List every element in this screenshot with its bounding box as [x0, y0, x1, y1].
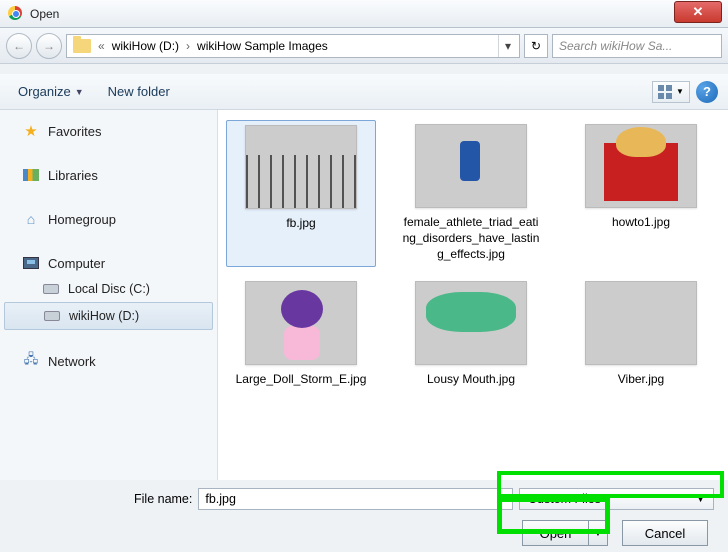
refresh-icon: ↻: [531, 39, 541, 53]
toolbar: Organize ▼ New folder ▼ ?: [0, 74, 728, 110]
help-button[interactable]: ?: [696, 81, 718, 103]
breadcrumb-prefix: «: [95, 39, 108, 53]
file-item[interactable]: female_athlete_triad_eating_disorders_ha…: [396, 120, 546, 267]
sidebar-label: Homegroup: [48, 212, 116, 227]
window-title: Open: [30, 7, 674, 21]
thumbnail-image: [585, 281, 697, 365]
organize-label: Organize: [18, 84, 71, 99]
new-folder-label: New folder: [108, 84, 170, 99]
libraries-icon: [22, 167, 40, 183]
open-button[interactable]: Open ▼: [522, 520, 608, 546]
forward-button[interactable]: →: [36, 33, 62, 59]
sidebar-item-drive-d[interactable]: wikiHow (D:): [4, 302, 213, 330]
chevron-down-icon: ▼: [696, 494, 705, 504]
address-dropdown[interactable]: ▾: [498, 35, 517, 57]
bottom-bar: File name: fb.jpg ▼ Custom Files ▼ Open …: [0, 480, 728, 552]
drive-icon: [42, 281, 60, 297]
file-name: Lousy Mouth.jpg: [427, 371, 515, 387]
search-placeholder: Search wikiHow Sa...: [559, 39, 672, 53]
sidebar-label: Local Disc (C:): [68, 282, 150, 296]
sidebar-label: Favorites: [48, 124, 101, 139]
folder-icon: [73, 39, 91, 53]
nav-bar: ← → « wikiHow (D:) › wikiHow Sample Imag…: [0, 28, 728, 64]
thumbnail-image: [245, 125, 357, 209]
file-name: fb.jpg: [286, 215, 315, 231]
filename-value: fb.jpg: [205, 492, 236, 506]
star-icon: ★: [22, 123, 40, 139]
file-name: female_athlete_triad_eating_disorders_ha…: [401, 214, 541, 263]
thumbnail-grid: fb.jpg female_athlete_triad_eating_disor…: [226, 120, 720, 391]
thumbnail-image: [415, 281, 527, 365]
title-bar: Open ✕: [0, 0, 728, 28]
organize-button[interactable]: Organize ▼: [10, 80, 92, 103]
thumbnail-image: [415, 124, 527, 208]
file-item[interactable]: fb.jpg: [226, 120, 376, 267]
open-label: Open: [523, 521, 589, 545]
close-button[interactable]: ✕: [674, 1, 722, 23]
homegroup-icon: ⌂: [22, 211, 40, 227]
filename-input[interactable]: fb.jpg ▼: [198, 488, 513, 510]
thumbnail-image: [585, 124, 697, 208]
sidebar-item-computer[interactable]: Computer: [4, 250, 213, 276]
file-item[interactable]: howto1.jpg: [566, 120, 716, 267]
address-bar[interactable]: « wikiHow (D:) › wikiHow Sample Images ▾: [66, 34, 520, 58]
sidebar-label: Libraries: [48, 168, 98, 183]
chevron-down-icon: ▼: [75, 87, 84, 97]
sidebar: ★ Favorites Libraries ⌂ Homegroup Comput…: [0, 110, 218, 480]
view-mode-button[interactable]: ▼: [652, 81, 690, 103]
computer-icon: [22, 255, 40, 271]
refresh-button[interactable]: ↻: [524, 34, 548, 58]
sidebar-item-drive-c[interactable]: Local Disc (C:): [4, 276, 213, 302]
arrow-left-icon: ←: [13, 39, 25, 53]
arrow-right-icon: →: [43, 39, 55, 53]
cancel-button[interactable]: Cancel: [622, 520, 708, 546]
chevron-right-icon: ›: [183, 39, 193, 53]
drive-icon: [43, 308, 61, 324]
sidebar-label: wikiHow (D:): [69, 309, 139, 323]
breadcrumb-part[interactable]: wikiHow Sample Images: [193, 39, 332, 53]
file-pane[interactable]: fb.jpg female_athlete_triad_eating_disor…: [218, 110, 728, 480]
sidebar-label: Computer: [48, 256, 105, 271]
chevron-down-icon: ▼: [676, 87, 684, 96]
file-item[interactable]: Large_Doll_Storm_E.jpg: [226, 277, 376, 391]
back-button[interactable]: ←: [6, 33, 32, 59]
thumbnail-image: [245, 281, 357, 365]
sidebar-item-favorites[interactable]: ★ Favorites: [4, 118, 213, 144]
help-icon: ?: [703, 84, 711, 99]
filter-label: Custom Files: [528, 492, 601, 506]
sidebar-item-network[interactable]: 🖧 Network: [4, 348, 213, 374]
sidebar-label: Network: [48, 354, 96, 369]
network-icon: 🖧: [22, 353, 40, 369]
file-name: Large_Doll_Storm_E.jpg: [236, 371, 367, 387]
file-name: howto1.jpg: [612, 214, 670, 230]
breadcrumb-part[interactable]: wikiHow (D:): [108, 39, 183, 53]
cancel-label: Cancel: [645, 526, 685, 541]
close-icon: ✕: [693, 4, 704, 20]
grid-icon: [658, 85, 672, 99]
filename-label: File name:: [134, 492, 192, 506]
file-item[interactable]: Viber.jpg: [566, 277, 716, 391]
open-dropdown[interactable]: ▼: [589, 528, 607, 538]
chrome-icon: [8, 6, 24, 22]
file-item[interactable]: Lousy Mouth.jpg: [396, 277, 546, 391]
sidebar-item-libraries[interactable]: Libraries: [4, 162, 213, 188]
sidebar-item-homegroup[interactable]: ⌂ Homegroup: [4, 206, 213, 232]
search-input[interactable]: Search wikiHow Sa...: [552, 34, 722, 58]
new-folder-button[interactable]: New folder: [100, 80, 178, 103]
file-type-filter[interactable]: Custom Files ▼: [519, 488, 714, 510]
chevron-down-icon: ▼: [497, 494, 506, 504]
file-name: Viber.jpg: [618, 371, 664, 387]
main-area: ★ Favorites Libraries ⌂ Homegroup Comput…: [0, 110, 728, 480]
